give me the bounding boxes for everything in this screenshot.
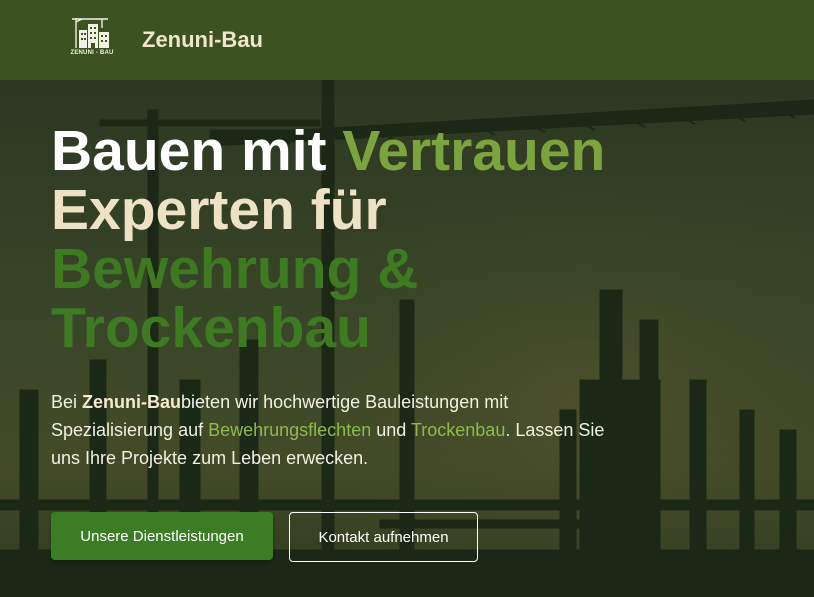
hero-lead-text: Bei Zenuni-Baubieten wir hochwertige Bau… [51, 388, 611, 472]
page: ZENUNI - BAU Zenuni-Bau Bauen mit Vertra… [0, 0, 814, 597]
lead-prefix: Bei [51, 392, 83, 412]
lead-and: und [371, 420, 411, 440]
heading-line-1: Bauen mit Vertrauen [51, 122, 791, 181]
hero-heading: Bauen mit Vertrauen Experten für Bewehru… [51, 122, 791, 358]
lead-highlight-drywall: Trockenbau [410, 420, 506, 440]
heading-line-3: Bewehrung & [51, 237, 419, 301]
logo-text: ZENUNI - BAU [70, 50, 114, 56]
contact-button[interactable]: Kontakt aufnehmen [289, 512, 478, 562]
heading-line-2: Experten für [51, 178, 387, 242]
site-header: ZENUNI - BAU Zenuni-Bau [0, 0, 814, 80]
heading-line-4: Trockenbau [51, 296, 371, 360]
services-button[interactable]: Unsere Dienstleistungen [51, 512, 273, 560]
logo[interactable]: ZENUNI - BAU [70, 14, 114, 60]
building-crane-icon [72, 18, 109, 48]
brand-name[interactable]: Zenuni-Bau [142, 27, 263, 53]
lead-brand: Zenuni-Bau [82, 392, 182, 412]
heading-line-1-a: Bauen mit [51, 119, 343, 183]
heading-line-1-b: Vertrauen [342, 119, 606, 183]
lead-highlight-rebar: Bewehrungsflechten [208, 420, 372, 440]
